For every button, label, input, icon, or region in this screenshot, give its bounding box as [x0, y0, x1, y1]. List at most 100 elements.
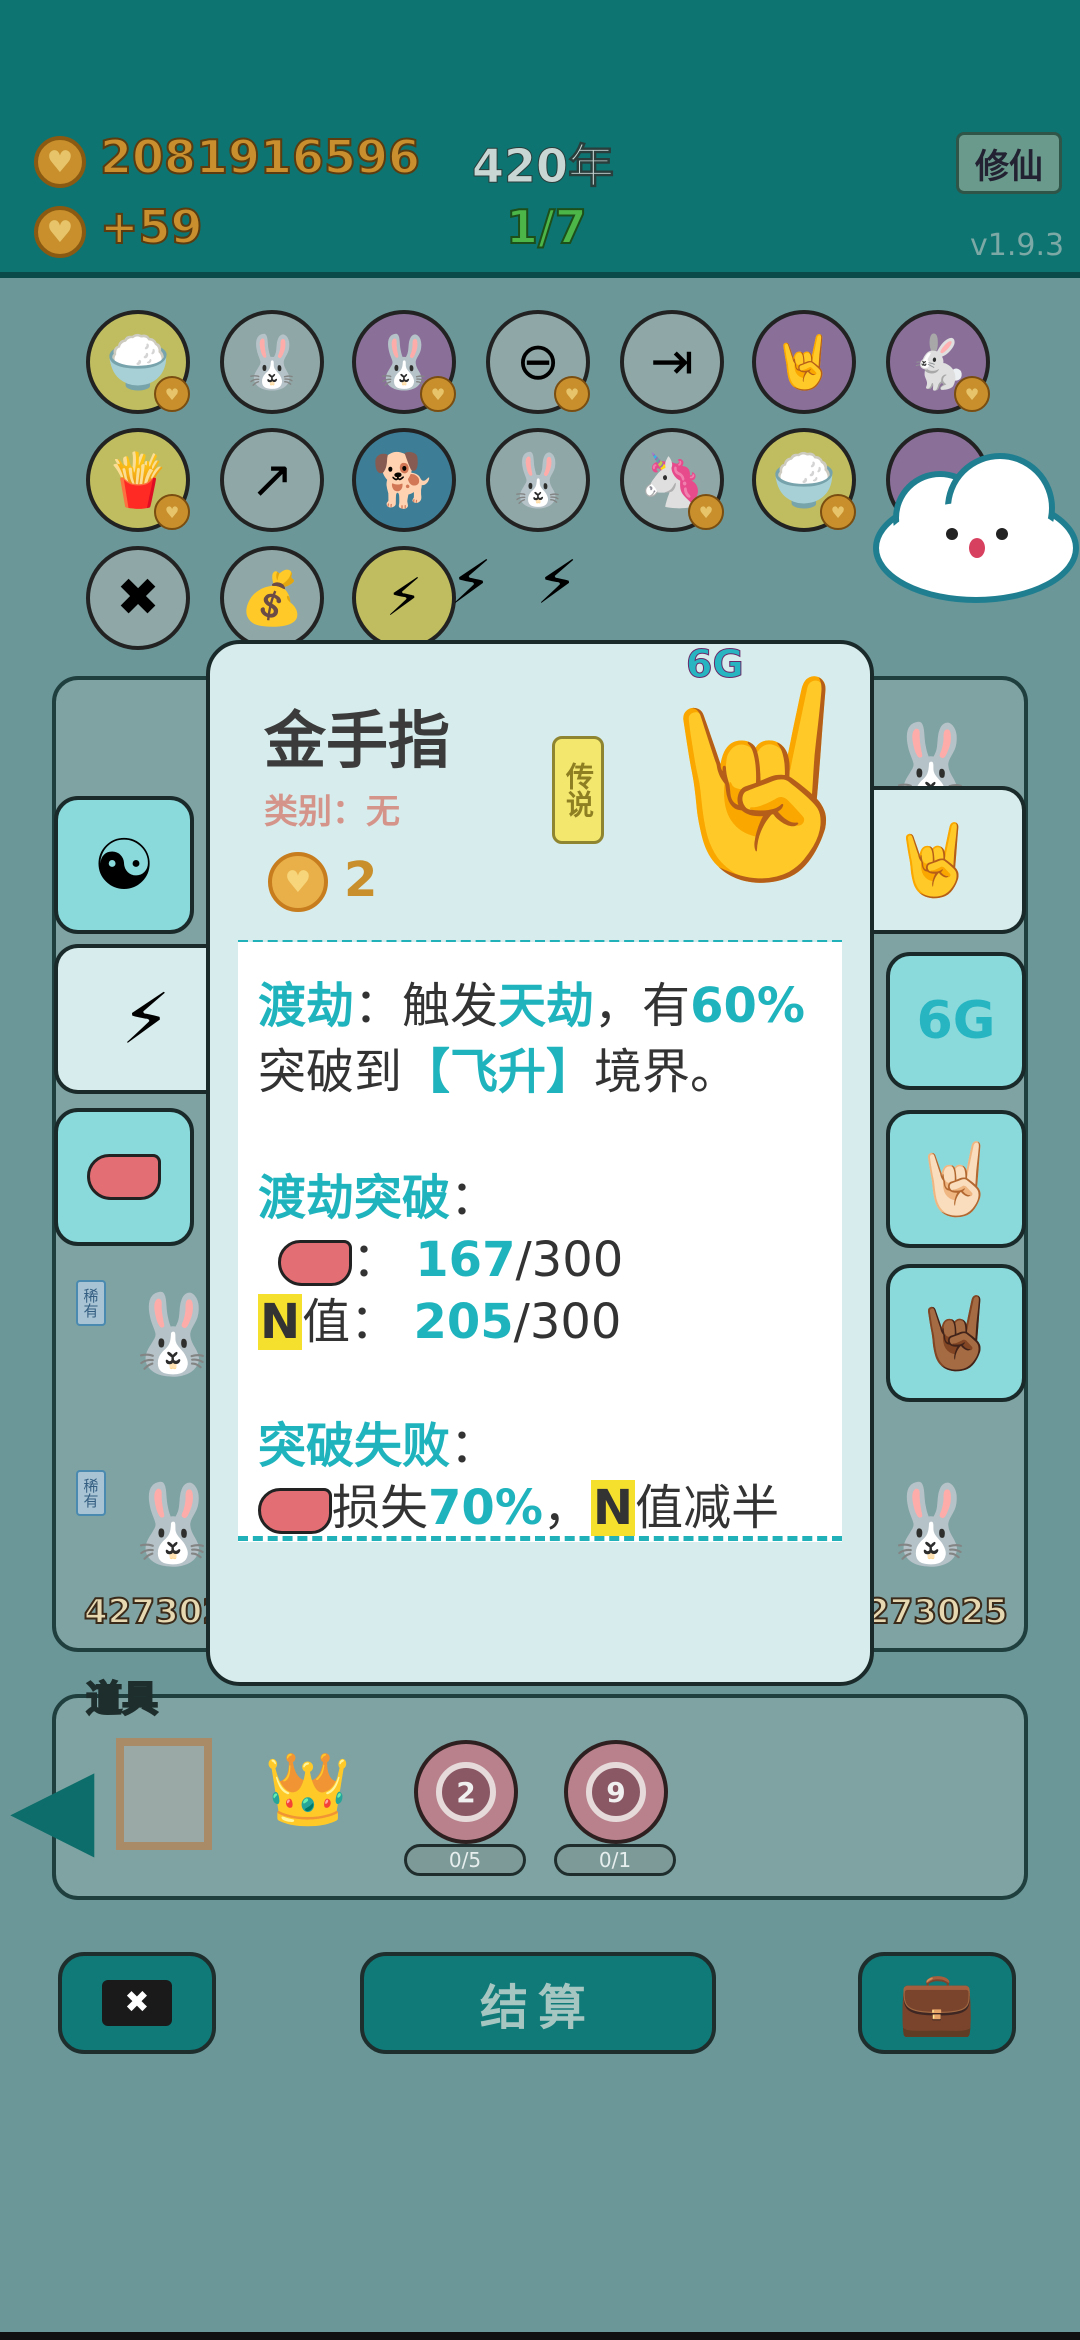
- liver-icon: [258, 1488, 332, 1534]
- lightning-icon: ⚡: [536, 548, 579, 618]
- back-arrow-icon[interactable]: ◀: [10, 1742, 95, 1870]
- fries-icon[interactable]: 🍟 ♥: [86, 428, 190, 532]
- unicorn-icon[interactable]: 🦄 ♥: [620, 428, 724, 532]
- lightning-icon: ⚡: [450, 548, 493, 618]
- desc-line-3: 渡劫突破：: [258, 1158, 498, 1228]
- money-bag-icon[interactable]: 💰: [220, 546, 324, 650]
- rice-bowl-icon[interactable]: 🍚 ♥: [86, 310, 190, 414]
- minus-icon[interactable]: ⊖ ♥: [486, 310, 590, 414]
- discard-button[interactable]: ✖: [58, 1952, 216, 2054]
- income-coin-icon: ♥: [34, 206, 86, 258]
- chance-value: 60%: [690, 978, 805, 1034]
- desc-text: 境界。: [594, 1044, 739, 1100]
- target-icon[interactable]: 2: [414, 1740, 518, 1844]
- bottom-strip: [0, 2332, 1080, 2340]
- skip-icon[interactable]: ⇥: [620, 310, 724, 414]
- coin-badge-icon: ♥: [954, 376, 990, 412]
- blank-card-icon[interactable]: [116, 1738, 212, 1850]
- year-display: 420年: [471, 139, 615, 194]
- liver-current: 167: [415, 1232, 516, 1288]
- coin-badge-icon: ♥: [820, 494, 856, 530]
- rock-hand-yellow-icon: 🤘: [890, 818, 978, 901]
- desc-text: ：: [450, 1418, 499, 1474]
- tab-liver[interactable]: [54, 1108, 194, 1246]
- twin-rabbits-icon[interactable]: 🐰: [220, 310, 324, 414]
- twin-rabbits-icon[interactable]: 🐰: [486, 428, 590, 532]
- briefcase-icon: 💼: [898, 1966, 976, 2039]
- rabbit-icon[interactable]: 🐰: [882, 1480, 979, 1571]
- discard-tag-icon[interactable]: ✖: [86, 546, 190, 650]
- desc-text: 突破到: [258, 1044, 403, 1100]
- section-breakthrough: 渡劫突破: [258, 1170, 451, 1226]
- target-level: 2: [436, 1762, 496, 1822]
- cloud-mascot-icon[interactable]: [870, 448, 1080, 608]
- rice-bowl-icon[interactable]: 🍚 ♥: [752, 428, 856, 532]
- loss-value: 70%: [428, 1480, 543, 1536]
- target-icon[interactable]: 9: [564, 1740, 668, 1844]
- liver-icon: [87, 1154, 161, 1200]
- desc-text: ：触发: [354, 978, 499, 1034]
- twin-rabbits-icon[interactable]: 🐰 ♥: [352, 310, 456, 414]
- desc-text: ，有: [594, 978, 691, 1034]
- coin-badge-icon: ♥: [154, 376, 190, 412]
- desc-line-7: 损失70%，N值减半: [258, 1468, 779, 1538]
- rock-hand-white-icon: 🤘🏻: [912, 1137, 1000, 1220]
- rare-label: 稀有: [76, 1470, 106, 1516]
- crown-icon[interactable]: 👑: [264, 1748, 351, 1831]
- desc-line-2: 突破到【飞升】境界。: [258, 1032, 738, 1102]
- desc-line-4: ： 167/300: [258, 1220, 623, 1290]
- desc-line-1: 渡劫：触发天劫，有60%: [258, 966, 805, 1036]
- coin-badge-icon: ♥: [154, 494, 190, 530]
- cultivate-button[interactable]: 修仙: [956, 132, 1062, 194]
- card-type: 类别：无: [264, 792, 400, 832]
- tab-rock-hand-brown[interactable]: 🤘🏾: [886, 1264, 1026, 1402]
- arrow-card-icon[interactable]: ↗: [220, 428, 324, 532]
- coin-icon: ♥: [34, 136, 86, 188]
- desc-text: ，: [542, 1480, 591, 1536]
- n-max: /300: [513, 1294, 622, 1350]
- rarity-badge: 传说: [552, 736, 604, 844]
- yin-yang-icon: ☯: [92, 824, 156, 906]
- income-value: +59: [99, 199, 204, 255]
- card-title: 金手指: [264, 704, 451, 777]
- n-badge: N: [258, 1294, 303, 1350]
- n-badge: N: [590, 1480, 636, 1536]
- dog-with-glasses-icon[interactable]: 🐕: [352, 428, 456, 532]
- top-bar-divider: [0, 272, 1080, 278]
- tab-rock-hand-white[interactable]: 🤘🏻: [886, 1110, 1026, 1248]
- version-label: v1.9.3: [970, 228, 1065, 263]
- desc-text: 损失: [332, 1480, 429, 1536]
- rock-hand-icon[interactable]: 🤘: [752, 310, 856, 414]
- lightning-icon[interactable]: ⚡: [352, 546, 456, 650]
- round-counter: 1/7: [505, 199, 588, 255]
- keyword-tianjie: 天劫: [498, 978, 595, 1034]
- realm-name: 【飞升】: [402, 1044, 595, 1100]
- coin-badge-icon: ♥: [554, 376, 590, 412]
- desc-text: 值减半: [635, 1480, 780, 1536]
- desc-line-6: 突破失败：: [258, 1406, 498, 1476]
- tab-yin-yang[interactable]: ☯: [54, 796, 194, 934]
- cost-coin-icon: ♥: [268, 852, 328, 912]
- lightning-icon: ⚡: [121, 978, 171, 1060]
- desc-text: 值：: [302, 1294, 399, 1350]
- coin-badge-icon: ♥: [420, 376, 456, 412]
- target-counter: 0/5: [404, 1844, 526, 1876]
- section-failure: 突破失败: [258, 1418, 451, 1474]
- coin-badge-icon: ♥: [688, 494, 724, 530]
- briefcase-button[interactable]: 💼: [858, 1952, 1016, 2054]
- tab-6g[interactable]: 6G: [886, 952, 1026, 1090]
- keyword-dujie: 渡劫: [258, 978, 355, 1034]
- coin-total: 2081916596: [99, 129, 421, 185]
- settle-button[interactable]: 结算: [360, 1952, 716, 2054]
- golden-finger-hand-icon: 🤘: [640, 668, 877, 889]
- rock-hand-brown-icon: 🤘🏾: [912, 1291, 1000, 1374]
- rare-label: 稀有: [76, 1280, 106, 1326]
- desc-text: ：: [352, 1232, 401, 1288]
- target-counter: 0/1: [554, 1844, 676, 1876]
- discard-tag-icon: ✖: [102, 1980, 172, 2026]
- n-current: 205: [413, 1294, 514, 1350]
- card-cost: 2: [344, 852, 378, 908]
- rabbit-icon[interactable]: 🐇 ♥: [886, 310, 990, 414]
- props-label: 道具: [85, 1678, 159, 1721]
- rabbit-value: 427302: [83, 1591, 227, 1633]
